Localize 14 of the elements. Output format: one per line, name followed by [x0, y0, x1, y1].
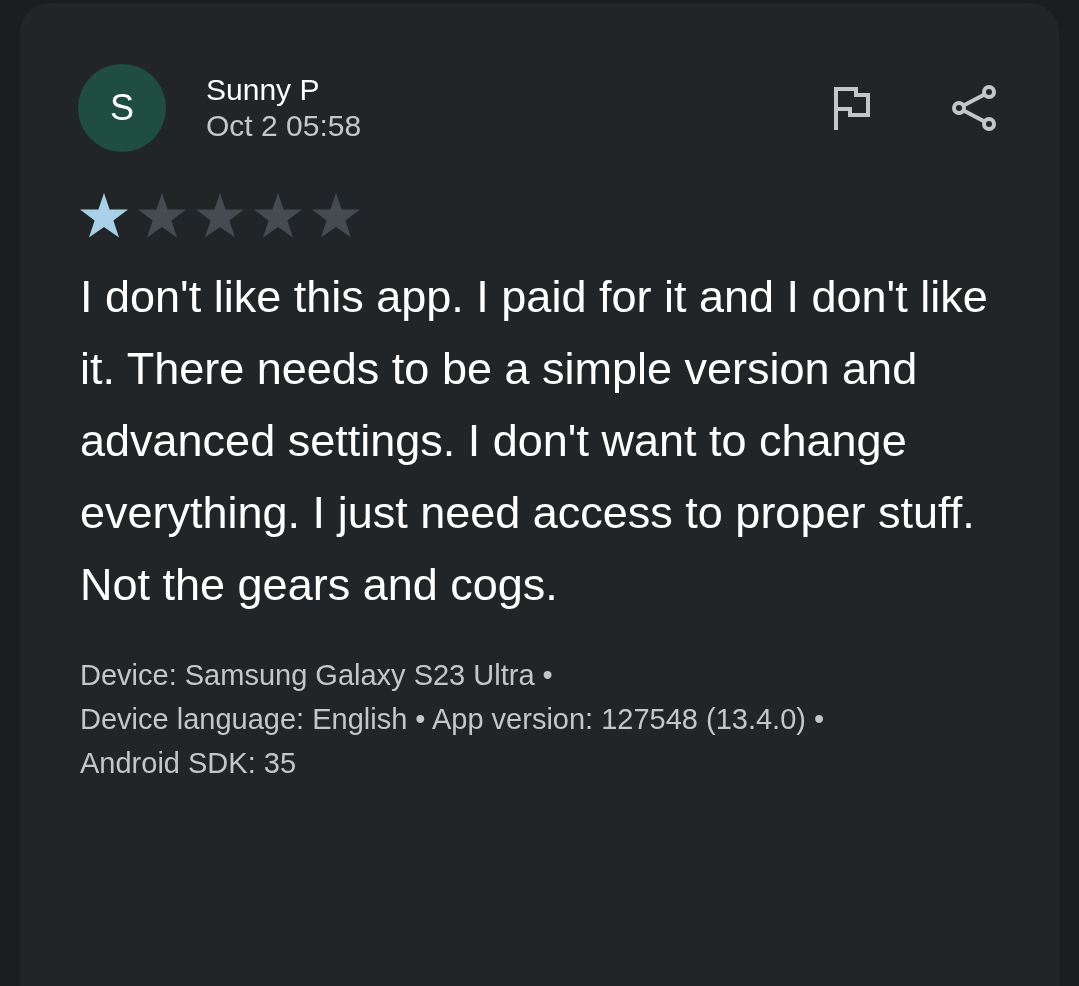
device-details: Device: Samsung Galaxy S23 Ultra • [80, 658, 554, 693]
star-icon [254, 193, 302, 239]
device-details: Device language: English • App version: 127548 (13.4.0) • [80, 702, 826, 737]
star-icon [196, 193, 244, 239]
review-text: I don't like this app. I paid for it and I don't like it. There needs to be a simple version and advanced settings. I don't want to change everything. I just need access to proper stuff. Not the gears and cogs. [80, 270, 989, 612]
flag-icon[interactable] [833, 86, 871, 130]
star-icon [138, 193, 186, 239]
share-icon[interactable] [951, 84, 999, 132]
star-icon [312, 193, 360, 239]
author-name: Sunny P [206, 73, 321, 107]
avatar: S [78, 64, 166, 152]
star-icon [80, 193, 128, 239]
review-date: Oct 2 05:58 [206, 109, 363, 143]
device-details: Android SDK: 35 [80, 746, 297, 781]
